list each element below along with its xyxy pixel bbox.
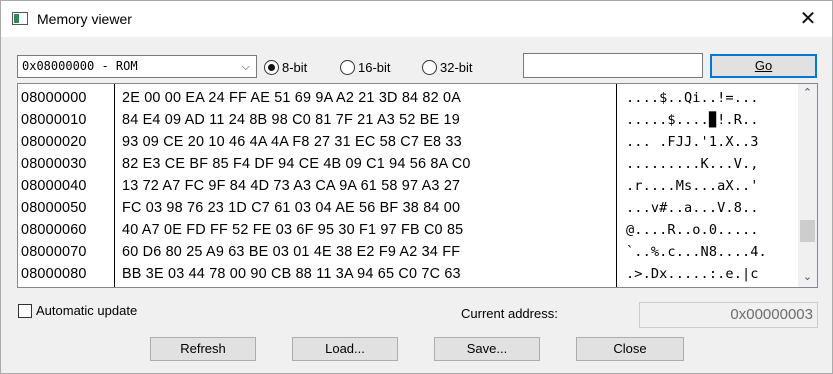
ascii-column[interactable]: ....$..Qi..!=... .....$....▉!.R.. ... .F… [626, 87, 767, 285]
window-title: Memory viewer [37, 11, 132, 27]
ascii-row[interactable]: ....$..Qi..!=... [626, 87, 767, 109]
save-button[interactable]: Save... [434, 337, 540, 361]
refresh-button[interactable]: Refresh [150, 337, 256, 361]
radio-32bit-label: 32-bit [440, 59, 473, 75]
scroll-down-icon[interactable]: ⌄ [798, 268, 817, 287]
scroll-thumb[interactable] [800, 220, 815, 242]
current-address-label: Current address: [461, 306, 558, 321]
ascii-row[interactable]: .....$....▉!.R.. [626, 109, 767, 131]
chevron-down-icon[interactable]: ⌵ [242, 56, 250, 77]
address-cell: 08000020 [21, 134, 87, 150]
address-cell: 08000000 [21, 90, 87, 106]
radio-8bit[interactable]: 8-bit [264, 58, 307, 76]
close-button[interactable]: Close [576, 337, 684, 361]
memory-viewer-window: Memory viewer ✕ 0x08000000 - ROM ⌵ 8-bit… [0, 0, 833, 374]
hex-bytes-column[interactable]: 2E 00 00 EA 24 FF AE 51 69 9A A2 21 3D 8… [122, 87, 471, 285]
load-button[interactable]: Load... [292, 337, 398, 361]
address-cell: 08000030 [21, 156, 87, 172]
hex-row[interactable]: 40 A7 0E FD FF 52 FE 03 6F 95 30 F1 97 F… [122, 219, 471, 241]
save-button-label: Save... [466, 341, 508, 356]
address-cell: 08000050 [21, 200, 87, 216]
hex-row[interactable]: 93 09 CE 20 10 46 4A 4A F8 27 31 EC 58 C… [122, 131, 471, 153]
hex-row[interactable]: 13 72 A7 FC 9F 84 4D 73 A3 CA 9A 61 58 9… [122, 175, 471, 197]
hex-row[interactable]: FC 03 98 76 23 1D C7 61 03 04 AE 56 BF 3… [122, 197, 471, 219]
address-cell: 08000080 [21, 266, 87, 282]
address-cell: 08000070 [21, 244, 87, 260]
address-cell: 08000010 [21, 112, 87, 128]
hex-row[interactable]: 84 E4 09 AD 11 24 8B 98 C0 81 7F 21 A3 5… [122, 109, 471, 131]
ascii-row[interactable]: .........K...V., [626, 153, 767, 175]
hex-row[interactable]: 2E 00 00 EA 24 FF AE 51 69 9A A2 21 3D 8… [122, 87, 471, 109]
load-button-label: Load... [325, 341, 365, 356]
automatic-update-label: Automatic update [36, 303, 138, 318]
ascii-row[interactable]: ...v#..a...V.8.. [626, 197, 767, 219]
memory-region-value: 0x08000000 - ROM [22, 59, 138, 73]
current-address-field: 0x00000003 [639, 302, 818, 328]
hex-view[interactable]: 08000000 08000010 08000020 08000030 0800… [17, 83, 818, 288]
radio-32bit[interactable]: 32-bit [422, 58, 473, 76]
radio-8bit-circle[interactable] [264, 59, 279, 75]
automatic-update-checkbox[interactable]: Automatic update [18, 303, 137, 318]
radio-8bit-label: 8-bit [282, 59, 308, 75]
app-icon [12, 12, 28, 25]
close-window-icon[interactable]: ✕ [796, 7, 820, 31]
title-bar: Memory viewer ✕ [1, 1, 832, 37]
column-divider [616, 84, 617, 287]
address-cell: 08000060 [21, 222, 87, 238]
ascii-row[interactable]: .>.Dx.....:.e.|c [626, 263, 767, 285]
ascii-row[interactable]: `..%.c...N8....4. [626, 241, 767, 263]
radio-32bit-circle[interactable] [422, 59, 437, 75]
hex-row[interactable]: BB 3E 03 44 78 00 90 CB 88 11 3A 94 65 C… [122, 263, 471, 285]
close-button-label: Close [613, 341, 647, 356]
hex-row[interactable]: 82 E3 CE BF 85 F4 DF 94 CE 4B 09 C1 94 5… [122, 153, 471, 175]
go-button-label: Go [754, 58, 773, 73]
checkbox-box[interactable] [18, 303, 32, 318]
ascii-row[interactable]: ... .FJJ.'1.X..3 [626, 131, 767, 153]
memory-region-select[interactable]: 0x08000000 - ROM ⌵ [17, 55, 257, 78]
go-button[interactable]: Go [710, 54, 817, 78]
radio-16bit-circle[interactable] [340, 59, 355, 75]
address-column: 08000000 08000010 08000020 08000030 0800… [21, 87, 87, 285]
ascii-row[interactable]: @....R..o.0..... [626, 219, 767, 241]
address-cell: 08000040 [21, 178, 87, 194]
address-input[interactable] [523, 53, 703, 78]
vertical-scrollbar[interactable]: ⌃ ⌄ [798, 84, 817, 287]
radio-16bit[interactable]: 16-bit [340, 58, 391, 76]
radio-16bit-label: 16-bit [358, 59, 391, 75]
column-divider [114, 84, 115, 287]
refresh-button-label: Refresh [180, 341, 226, 356]
scroll-up-icon[interactable]: ⌃ [798, 84, 817, 103]
ascii-row[interactable]: .r....Ms...aX..' [626, 175, 767, 197]
hex-row[interactable]: 60 D6 80 25 A9 63 BE 03 01 4E 38 E2 F9 A… [122, 241, 471, 263]
